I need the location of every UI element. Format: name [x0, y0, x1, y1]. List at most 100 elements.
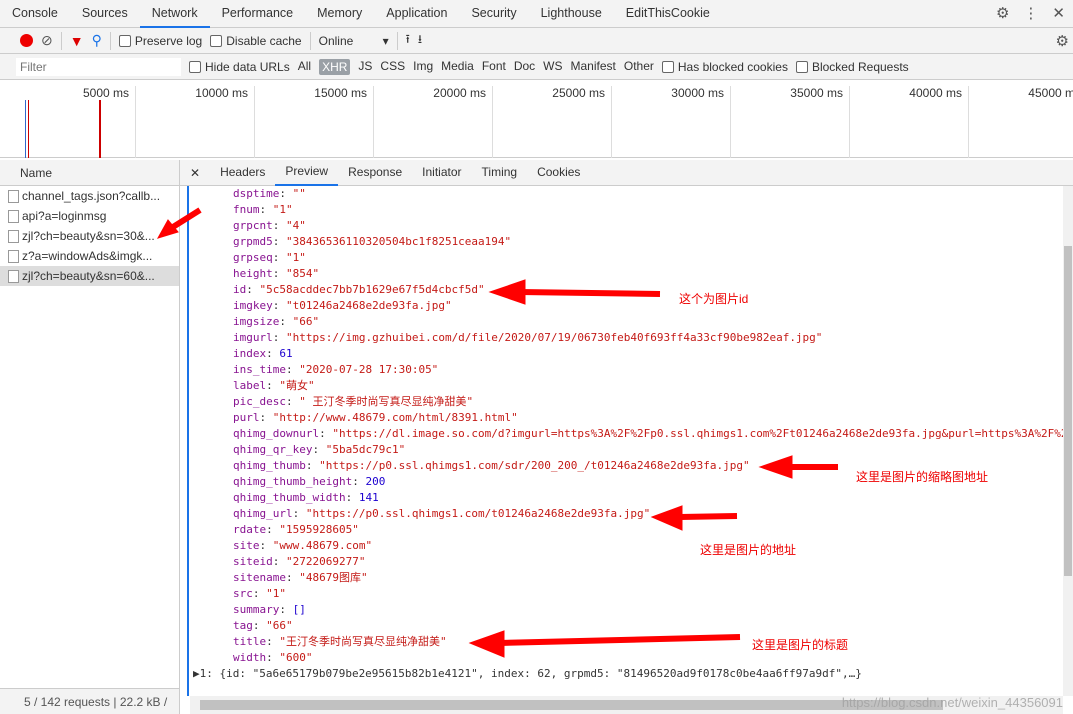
type-filter-xhr[interactable]: XHR [319, 58, 351, 75]
tab-lighthouse[interactable]: Lighthouse [529, 0, 614, 28]
hide-data-urls-checkbox[interactable]: Hide data URLs [189, 60, 290, 74]
disable-cache-checkbox[interactable]: Disable cache [210, 34, 302, 48]
colon: : [272, 219, 286, 232]
divider [309, 31, 311, 50]
import-icon[interactable]: ⭱ [406, 30, 410, 51]
preserve-log-label: Preserve log [134, 33, 203, 48]
name-column-header[interactable]: Name [0, 160, 179, 186]
json-value: "66" [266, 619, 293, 632]
tab-response[interactable]: Response [338, 160, 412, 185]
colon: : [266, 523, 280, 536]
json-key: fnum [233, 203, 260, 216]
colon: : [305, 459, 320, 472]
type-filter-manifest[interactable]: Manifest [571, 59, 616, 75]
colon: : [252, 587, 267, 600]
json-key: qhimg_thumb [233, 459, 306, 472]
type-filter-media[interactable]: Media [441, 59, 474, 75]
tab-memory[interactable]: Memory [305, 0, 374, 28]
tab-performance[interactable]: Performance [210, 0, 306, 28]
tab-timing[interactable]: Timing [472, 160, 528, 185]
type-filter-img[interactable]: Img [413, 59, 433, 75]
close-icon[interactable]: ✕ [1052, 4, 1065, 22]
tab-network[interactable]: Network [139, 0, 210, 28]
record-icon[interactable] [20, 34, 33, 47]
colon: : [279, 187, 293, 200]
colon: : [259, 411, 273, 424]
json-property: grpmd5: "38436536110320504bc1f8251ceaa19… [189, 234, 1063, 250]
preserve-log-checkbox[interactable]: Preserve log [118, 33, 203, 48]
hide-data-urls-label: Hide data URLs [205, 59, 290, 74]
vertical-scrollbar[interactable] [1063, 186, 1073, 696]
tab-initiator[interactable]: Initiator [412, 160, 471, 185]
filter-icon[interactable]: ▼ [70, 33, 84, 49]
json-property: sitename: "48679图库" [189, 570, 1063, 586]
json-key: imgkey [233, 299, 273, 312]
tab-application[interactable]: Application [374, 0, 459, 28]
tab-security[interactable]: Security [459, 0, 528, 28]
file-icon [8, 210, 19, 223]
json-key: imgsize [233, 315, 280, 328]
json-property: index: 61 [189, 346, 1063, 362]
json-value: "https://p0.ssl.qhimgs1.com/t01246a2468e… [305, 507, 651, 520]
tab-preview[interactable]: Preview [275, 159, 339, 186]
filter-input[interactable] [16, 57, 181, 76]
json-value: "600" [279, 651, 313, 664]
chevron-down-icon: ▾ [382, 33, 389, 48]
settings-icon[interactable]: ⚙ [1056, 32, 1069, 50]
json-key: siteid [233, 555, 273, 568]
more-icon[interactable]: ⋮ [1023, 4, 1038, 22]
filter-bar: Hide data URLs All XHR JS CSS Img Media Font Do… [0, 54, 1073, 80]
json-key: tag [233, 619, 253, 632]
json-property: src: "1" [189, 586, 1063, 602]
timeline-overview[interactable]: 5000 ms 10000 ms 15000 ms 20000 ms 25000 ms 3… [0, 80, 1073, 158]
tab-headers[interactable]: Headers [210, 160, 275, 185]
close-detail-icon[interactable]: ✕ [180, 166, 210, 180]
search-icon[interactable]: ⚲ [92, 32, 102, 49]
gear-icon[interactable]: ⚙ [996, 4, 1009, 22]
json-key: width [233, 651, 267, 664]
json-key: grpcnt [233, 219, 273, 232]
colon: : [259, 539, 273, 552]
timeline-tick-label: 40000 ms [859, 86, 969, 158]
colon: : [259, 203, 273, 216]
type-filter-other[interactable]: Other [624, 59, 654, 75]
request-row[interactable]: zjl?ch=beauty&sn=30&... [0, 226, 179, 246]
request-row[interactable]: api?a=loginmsg [0, 206, 179, 226]
json-value: " 王汀冬季时尚写真尽显纯净甜美" [299, 395, 474, 408]
timeline-tick-label: 25000 ms [502, 86, 612, 158]
throttle-select[interactable]: Online ▾ [319, 34, 389, 48]
request-name: api?a=loginmsg [22, 209, 107, 223]
type-filter-css[interactable]: CSS [380, 59, 405, 75]
timeline-tick-label: 15000 ms [264, 86, 374, 158]
tab-console[interactable]: Console [0, 0, 70, 28]
tab-sources[interactable]: Sources [70, 0, 140, 28]
json-property: purl: "http://www.48679.com/html/8391.ht… [189, 410, 1063, 426]
json-key: qhimg_thumb_width [233, 491, 346, 504]
tab-editthiscookie[interactable]: EditThisCookie [614, 0, 722, 28]
json-property: imgurl: "https://img.gzhuibei.com/d/file… [189, 330, 1063, 346]
type-filter-font[interactable]: Font [482, 59, 506, 75]
json-key: title [233, 635, 267, 648]
json-collapsed-item[interactable]: ▶1: {id: "5a6e65179b079be2e95615b82b1e41… [189, 666, 1063, 682]
tab-actions: ⚙ ⋮ ✕ [996, 4, 1065, 22]
request-name: zjl?ch=beauty&sn=30&... [22, 229, 155, 243]
export-icon[interactable]: ⭳ [418, 30, 422, 51]
json-property: height: "854" [189, 266, 1063, 282]
colon: : [319, 427, 333, 440]
type-filter-js[interactable]: JS [358, 59, 372, 75]
type-filter-doc[interactable]: Doc [514, 59, 535, 75]
request-row[interactable]: zjl?ch=beauty&sn=60&... [0, 266, 179, 286]
json-value: "1" [266, 587, 286, 600]
request-row[interactable]: z?a=windowAds&imgk... [0, 246, 179, 266]
type-filter-all[interactable]: All [298, 59, 311, 75]
colon: : [272, 267, 286, 280]
clear-icon[interactable]: ⊘ [41, 32, 53, 49]
divider [109, 31, 111, 50]
colon: : [246, 283, 260, 296]
blocked-requests-checkbox[interactable]: Blocked Requests [795, 60, 909, 74]
request-list: Name channel_tags.json?callb... api?a=log… [0, 160, 180, 714]
request-row[interactable]: channel_tags.json?callb... [0, 186, 179, 206]
has-blocked-cookies-checkbox[interactable]: Has blocked cookies [661, 60, 788, 74]
tab-cookies[interactable]: Cookies [527, 160, 590, 185]
type-filter-ws[interactable]: WS [543, 59, 562, 75]
